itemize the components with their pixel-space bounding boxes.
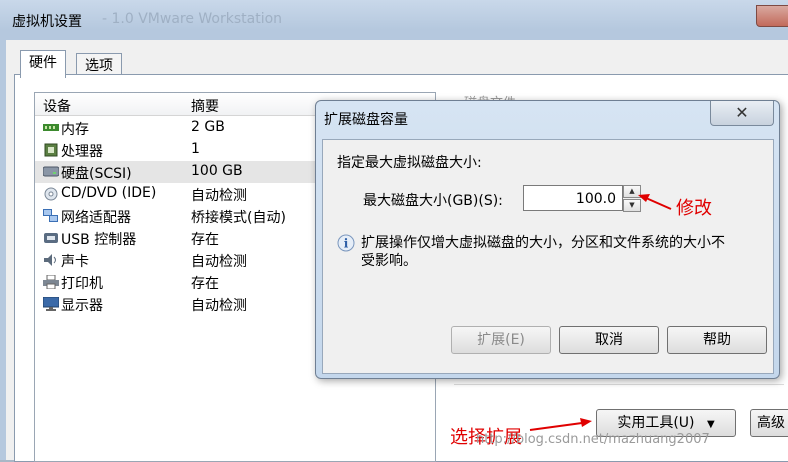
vm-settings-window: 虚拟机设置 - 1.0 VMware Workstation 硬件 选项 设备 … <box>0 0 788 462</box>
modify-arrow <box>645 197 672 210</box>
expand-arrow <box>529 422 583 431</box>
tab-hardware[interactable]: 硬件 <box>20 50 66 78</box>
expand-arrow-head <box>580 418 592 427</box>
annotation-arrows <box>529 194 672 431</box>
